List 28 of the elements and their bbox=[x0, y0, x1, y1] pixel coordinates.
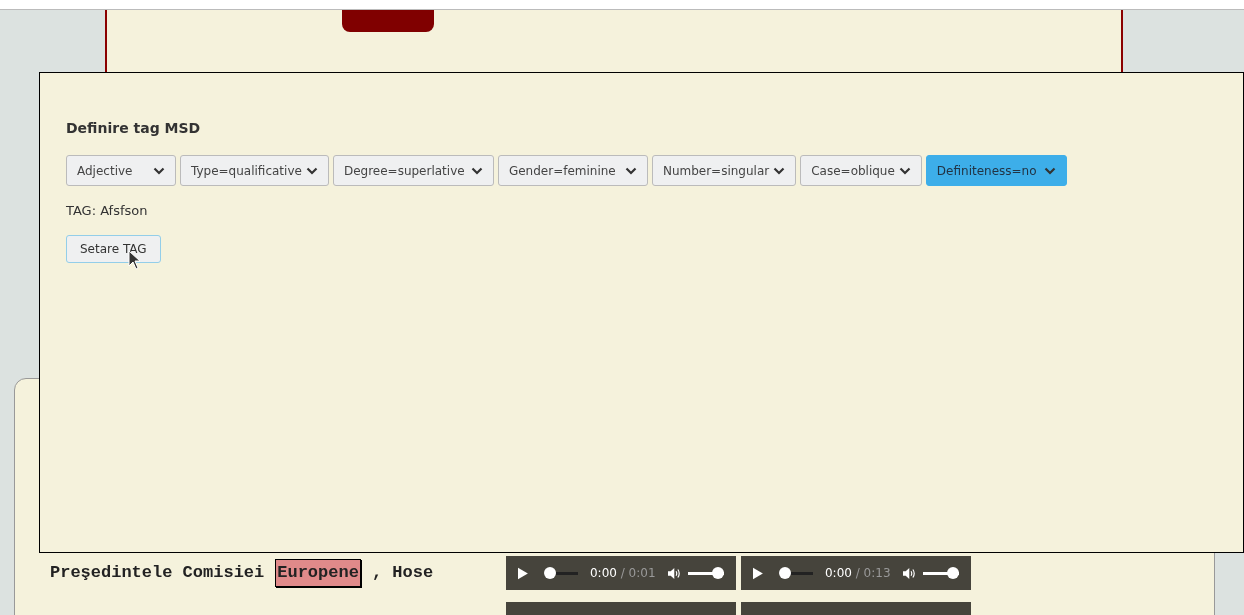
chevron-down-icon bbox=[898, 166, 911, 175]
select-dropdown[interactable]: Number=singular bbox=[651, 155, 797, 186]
chevron-down-icon bbox=[773, 166, 786, 175]
select-dropdown[interactable]: Case=oblique bbox=[800, 155, 922, 186]
time-display: 0:00 / 0:13 bbox=[824, 565, 891, 582]
volume-icon[interactable] bbox=[902, 566, 916, 580]
select-dropdown[interactable]: Degree=superlative bbox=[332, 155, 494, 186]
highlighted-word[interactable]: Europene bbox=[275, 559, 361, 587]
select-dropdown[interactable]: Type=qualificative bbox=[180, 155, 329, 186]
dialog-title: Definire tag MSD bbox=[66, 119, 202, 138]
select-dropdown[interactable]: Definiteness=no bbox=[925, 155, 1067, 186]
chevron-down-icon bbox=[624, 166, 637, 175]
set-tag-button[interactable]: Setare TAG bbox=[66, 234, 161, 263]
time-display: 0:00 / 0:01 bbox=[589, 565, 656, 582]
tag-text: TAG: Afsfson bbox=[66, 202, 149, 220]
volume-slider[interactable] bbox=[688, 567, 724, 579]
chevron-down-icon bbox=[1043, 166, 1056, 175]
play-icon[interactable] bbox=[753, 566, 763, 580]
volume-icon[interactable] bbox=[667, 566, 681, 580]
play-icon[interactable] bbox=[518, 566, 528, 580]
sentence-text: Preşedintele Comisiei bbox=[50, 562, 265, 585]
chevron-down-icon bbox=[153, 166, 165, 175]
sentence-text: , Hose bbox=[371, 562, 434, 585]
select-dropdown[interactable]: Adjective bbox=[66, 155, 176, 186]
chevron-down-icon bbox=[470, 166, 483, 175]
select-dropdown[interactable]: Gender=feminine bbox=[497, 155, 648, 186]
chevron-down-icon bbox=[305, 166, 318, 175]
volume-slider[interactable] bbox=[923, 567, 959, 579]
